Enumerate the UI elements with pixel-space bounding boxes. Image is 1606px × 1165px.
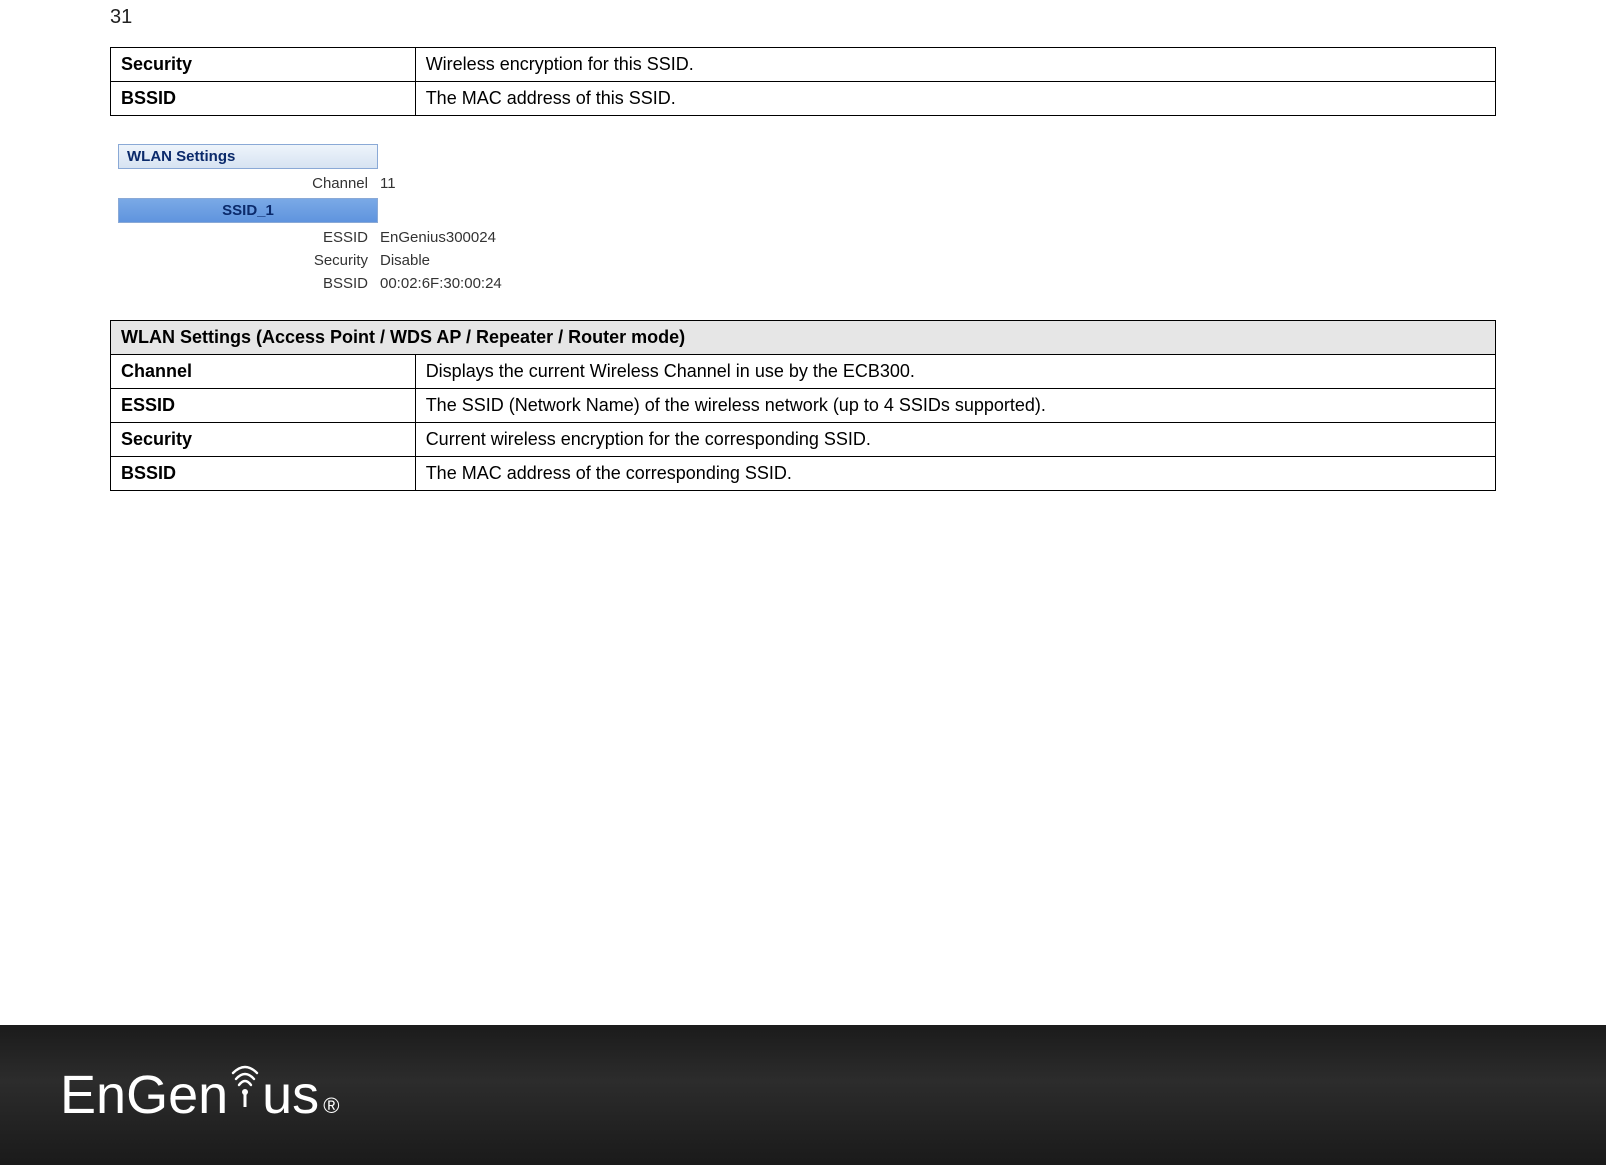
table-row: Security Current wireless encryption for… <box>111 423 1496 457</box>
row-label: ESSID <box>111 389 416 423</box>
logo-text-en: En <box>60 1064 126 1126</box>
page-number: 31 <box>110 6 1496 29</box>
page-footer: En Gen us ® <box>0 1025 1606 1165</box>
panel-row: BSSID 00:02:6F:30:00:24 <box>118 275 588 292</box>
table-header: WLAN Settings (Access Point / WDS AP / R… <box>111 321 1496 355</box>
row-label: Security <box>111 48 416 82</box>
table-header-row: WLAN Settings (Access Point / WDS AP / R… <box>111 321 1496 355</box>
table-row: BSSID The MAC address of the correspondi… <box>111 457 1496 491</box>
panel-value: Disable <box>378 252 430 269</box>
panel-row: ESSID EnGenius300024 <box>118 229 588 246</box>
panel-value: EnGenius300024 <box>378 229 496 246</box>
row-desc: Displays the current Wireless Channel in… <box>415 355 1495 389</box>
row-desc: Wireless encryption for this SSID. <box>415 48 1495 82</box>
table-row: ESSID The SSID (Network Name) of the wir… <box>111 389 1496 423</box>
logo-text-ius: us <box>262 1064 319 1126</box>
top-definition-table: Security Wireless encryption for this SS… <box>110 47 1496 116</box>
registered-mark: ® <box>323 1093 339 1119</box>
table-row: BSSID The MAC address of this SSID. <box>111 82 1496 116</box>
panel-key: Security <box>118 252 378 269</box>
table-row: Security Wireless encryption for this SS… <box>111 48 1496 82</box>
row-label: BSSID <box>111 457 416 491</box>
table-row: Channel Displays the current Wireless Ch… <box>111 355 1496 389</box>
panel-key: ESSID <box>118 229 378 246</box>
row-desc: The MAC address of this SSID. <box>415 82 1495 116</box>
bottom-definition-table: WLAN Settings (Access Point / WDS AP / R… <box>110 320 1496 491</box>
row-desc: The MAC address of the corresponding SSI… <box>415 457 1495 491</box>
panel-key: Channel <box>118 175 378 192</box>
panel-key: BSSID <box>118 275 378 292</box>
row-label: BSSID <box>111 82 416 116</box>
wlan-settings-panel: WLAN Settings Channel 11 SSID_1 ESSID En… <box>118 144 588 292</box>
row-label: Security <box>111 423 416 457</box>
row-label: Channel <box>111 355 416 389</box>
panel-title-bar: WLAN Settings <box>118 144 378 169</box>
row-desc: Current wireless encryption for the corr… <box>415 423 1495 457</box>
engenius-logo: En Gen us ® <box>60 1064 339 1126</box>
wifi-icon <box>230 1059 260 1107</box>
logo-text-gen: Gen <box>126 1064 228 1126</box>
panel-row: Security Disable <box>118 252 588 269</box>
ssid-tab: SSID_1 <box>118 198 378 223</box>
panel-row: Channel 11 <box>118 175 588 192</box>
panel-value: 11 <box>378 175 396 192</box>
panel-value: 00:02:6F:30:00:24 <box>378 275 502 292</box>
row-desc: The SSID (Network Name) of the wireless … <box>415 389 1495 423</box>
